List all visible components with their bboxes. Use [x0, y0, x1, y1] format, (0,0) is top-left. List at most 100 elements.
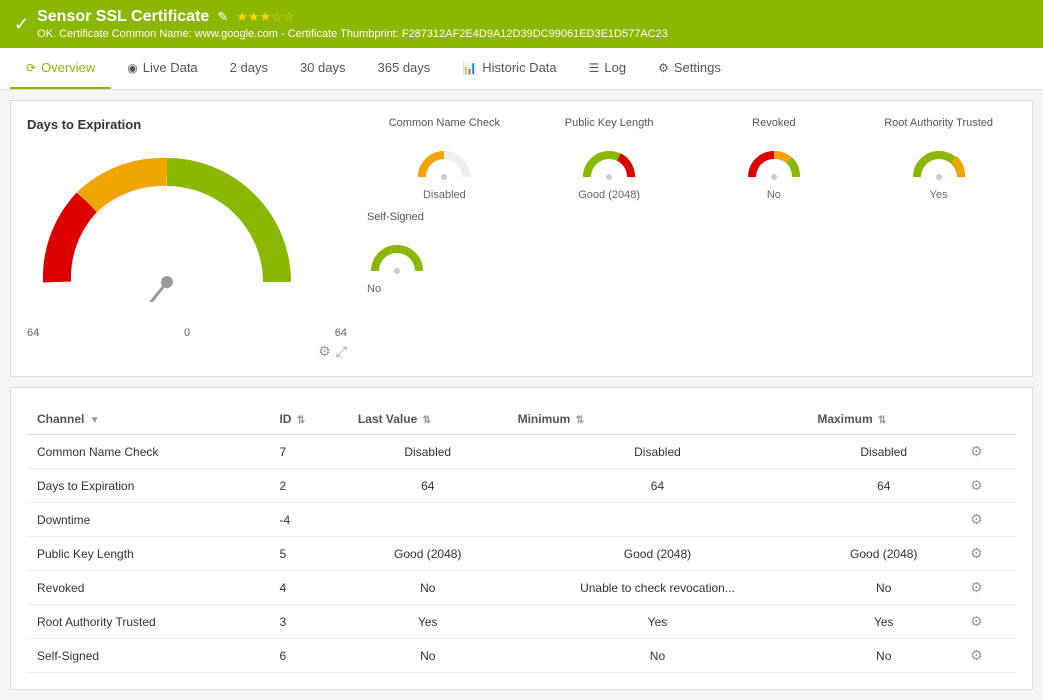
tab-2days-label: 2 days: [230, 60, 268, 75]
main-content: Days to Expiration: [0, 90, 1043, 700]
table-row: Common Name Check 7 Disabled Disabled Di…: [27, 435, 1016, 469]
revoked-value: No: [767, 189, 781, 201]
common-name-value: Disabled: [423, 189, 466, 201]
tab-settings[interactable]: ⚙ Settings: [642, 48, 737, 89]
mini-gauge-revoked: Revoked No: [697, 117, 852, 201]
root-authority-title: Root Authority Trusted: [884, 117, 993, 129]
self-signed-svg: [367, 229, 427, 279]
tab-overview[interactable]: ⟳ Overview: [10, 48, 111, 89]
mini-gauges: Common Name Check Disabled Public Key Le…: [367, 117, 1016, 201]
mini-gauge-public-key: Public Key Length Good (2048): [532, 117, 687, 201]
row-channel: Public Key Length: [27, 537, 269, 571]
row-minimum: No: [508, 639, 808, 673]
tab-historic-label: Historic Data: [482, 60, 556, 75]
col-channel[interactable]: Channel ▼: [27, 404, 269, 435]
self-signed-title: Self-Signed: [367, 211, 424, 223]
revoked-svg: [744, 135, 804, 185]
tab-log[interactable]: ☰ Log: [573, 48, 642, 89]
col-id[interactable]: ID ⇅: [269, 404, 347, 435]
row-settings-icon[interactable]: ⚙: [970, 443, 983, 459]
star-rating: ★★★☆☆: [236, 9, 294, 25]
row-id: 4: [269, 571, 347, 605]
public-key-title: Public Key Length: [565, 117, 654, 129]
gauge-min-label: 64: [27, 327, 39, 339]
row-minimum: Good (2048): [508, 537, 808, 571]
overview-icon: ⟳: [26, 61, 36, 75]
row-last-value: 64: [348, 469, 508, 503]
tab-historic-data[interactable]: 📊 Historic Data: [446, 48, 572, 89]
row-last-value: Good (2048): [348, 537, 508, 571]
tab-2days[interactable]: 2 days: [214, 48, 284, 89]
tab-365days-label: 365 days: [378, 60, 431, 75]
page-title: Sensor SSL Certificate: [37, 8, 209, 26]
row-settings-icon[interactable]: ⚙: [970, 511, 983, 527]
row-settings-icon[interactable]: ⚙: [970, 647, 983, 663]
col-minimum[interactable]: Minimum ⇅: [508, 404, 808, 435]
row-minimum: Yes: [508, 605, 808, 639]
row-settings-icon[interactable]: ⚙: [970, 545, 983, 561]
page-header: ✓ Sensor SSL Certificate ✎ ★★★☆☆ OK. Cer…: [0, 0, 1043, 48]
table-row: Public Key Length 5 Good (2048) Good (20…: [27, 537, 1016, 571]
row-id: 5: [269, 537, 347, 571]
row-action[interactable]: ⚙: [960, 571, 1016, 605]
row-id: 7: [269, 435, 347, 469]
row-action[interactable]: ⚙: [960, 639, 1016, 673]
row-action[interactable]: ⚙: [960, 537, 1016, 571]
common-name-title: Common Name Check: [389, 117, 500, 129]
row-settings-icon[interactable]: ⚙: [970, 579, 983, 595]
gauge-title: Days to Expiration: [27, 117, 347, 132]
row-action[interactable]: ⚙: [960, 435, 1016, 469]
tab-30days-label: 30 days: [300, 60, 346, 75]
row-channel: Downtime: [27, 503, 269, 537]
tab-overview-label: Overview: [41, 60, 95, 75]
col-last-value[interactable]: Last Value ⇅: [348, 404, 508, 435]
row-action[interactable]: ⚙: [960, 503, 1016, 537]
tab-log-label: Log: [604, 60, 626, 75]
tab-settings-label: Settings: [674, 60, 721, 75]
livedata-icon: ◉: [127, 61, 137, 75]
col-actions: [960, 404, 1016, 435]
channels-table: Channel ▼ ID ⇅ Last Value ⇅ Minimum ⇅: [27, 404, 1016, 673]
gauge-labels: 64 0 64: [27, 327, 347, 339]
row-last-value: No: [348, 571, 508, 605]
id-sort-icon: ⇅: [297, 415, 305, 426]
header-subtitle: OK. Certificate Common Name: www.google.…: [37, 28, 668, 40]
log-icon: ☰: [589, 61, 600, 75]
gauge-resize-icon[interactable]: ⤢: [336, 343, 347, 360]
row-action[interactable]: ⚙: [960, 469, 1016, 503]
mini-gauge-self-signed: Self-Signed No: [367, 211, 1016, 295]
table-row: Days to Expiration 2 64 64 64 ⚙: [27, 469, 1016, 503]
row-last-value: Yes: [348, 605, 508, 639]
check-icon: ✓: [14, 14, 29, 35]
days-to-expiration-gauge: Days to Expiration: [27, 117, 347, 360]
col-maximum[interactable]: Maximum ⇅: [807, 404, 960, 435]
row-maximum: [807, 503, 960, 537]
row-channel: Root Authority Trusted: [27, 605, 269, 639]
row-maximum: Yes: [807, 605, 960, 639]
row-last-value: Disabled: [348, 435, 508, 469]
table-body: Common Name Check 7 Disabled Disabled Di…: [27, 435, 1016, 673]
table-row: Self-Signed 6 No No No ⚙: [27, 639, 1016, 673]
public-key-value: Good (2048): [578, 189, 640, 201]
table-row: Downtime -4 ⚙: [27, 503, 1016, 537]
tab-365days[interactable]: 365 days: [362, 48, 447, 89]
tab-live-data[interactable]: ◉ Live Data: [111, 48, 213, 89]
mini-gauge-root-authority: Root Authority Trusted Yes: [861, 117, 1016, 201]
row-last-value: No: [348, 639, 508, 673]
row-id: -4: [269, 503, 347, 537]
tab-30days[interactable]: 30 days: [284, 48, 362, 89]
row-settings-icon[interactable]: ⚙: [970, 613, 983, 629]
gauge-svg: [27, 142, 307, 302]
row-maximum: Good (2048): [807, 537, 960, 571]
row-id: 6: [269, 639, 347, 673]
maximum-sort-icon: ⇅: [878, 415, 886, 426]
row-action[interactable]: ⚙: [960, 605, 1016, 639]
row-channel: Self-Signed: [27, 639, 269, 673]
gauge-gear-icon[interactable]: ⚙: [318, 343, 331, 360]
edit-icon[interactable]: ✎: [217, 9, 228, 25]
settings-icon: ⚙: [658, 61, 669, 75]
row-settings-icon[interactable]: ⚙: [970, 477, 983, 493]
row-minimum: Unable to check revocation...: [508, 571, 808, 605]
common-name-svg: [414, 135, 474, 185]
table-header: Channel ▼ ID ⇅ Last Value ⇅ Minimum ⇅: [27, 404, 1016, 435]
